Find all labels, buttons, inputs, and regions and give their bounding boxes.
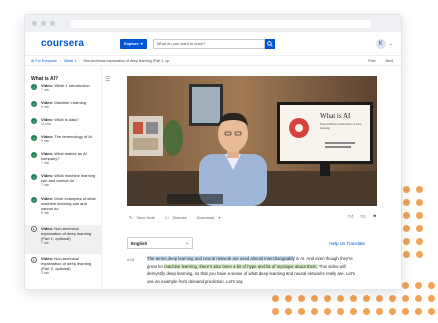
transcript-paragraph[interactable]: The terms deep learning and neural netwo… (147, 255, 359, 285)
browser-chrome (25, 15, 401, 32)
browser-window: coursera Explore ▾ What do you want to l… (24, 14, 402, 290)
slide-title: What is AI (320, 112, 351, 120)
sidebar-item[interactable]: ✓ Video: The terminology of AI 9 min (25, 134, 101, 151)
transcript-timestamp[interactable]: 0:01 (127, 257, 135, 262)
language-select[interactable]: English ⌄ (127, 237, 193, 249)
check-icon: ✓ (31, 197, 37, 203)
address-bar[interactable] (71, 19, 371, 28)
sidebar-item[interactable]: ▶ Video: Non-technical explanation of de… (25, 254, 101, 280)
sidebar-item-duration: 8 min (41, 211, 50, 215)
sidebar-item-label: Video: Non-technical explanation of deep… (41, 226, 92, 241)
check-icon: ✓ (31, 101, 37, 107)
video-player[interactable]: What is AI Non-technical explanation of … (127, 76, 377, 206)
breadcrumb-current: Non-technical explanation of deep learni… (83, 58, 170, 63)
next-button[interactable]: Next (386, 59, 393, 63)
top-navigation: coursera Explore ▾ What do you want to l… (25, 32, 401, 56)
sidebar-item[interactable]: ✓ Video: What is data? 11 min (25, 117, 101, 134)
flag-icon[interactable]: ⚑ (373, 214, 377, 220)
thumbs-up-icon[interactable]: 👍︎ (348, 214, 353, 220)
coursera-logo[interactable]: coursera (41, 38, 84, 49)
search-placeholder: What do you want to learn? (156, 41, 206, 46)
main-content: ☰ What is AI Non-technical explanation o… (103, 67, 401, 289)
sidebar-item-label: Video: More examples of what machine lea… (41, 196, 96, 211)
sidebar-item-duration: 7 min (41, 183, 50, 187)
sidebar-item[interactable]: ✓ Video: What makes an AI company? 7 min (25, 151, 101, 173)
sidebar-item-duration: 11 min (41, 122, 51, 126)
lesson-sidebar: What is AI? ✓ Video: Week 1 Introduction… (25, 67, 102, 289)
download-button[interactable]: Download (197, 215, 215, 220)
breadcrumb-course[interactable]: AI For Everyone (31, 59, 57, 63)
sidebar-item[interactable]: ✓ Video: Week 1 Introduction 7 min (25, 83, 101, 100)
slide-subtitle: Non-technical explanation of deep learni… (320, 122, 362, 130)
check-icon: ✓ (31, 118, 37, 124)
sidebar-item-duration: 7 min (41, 161, 50, 165)
help-translate-link[interactable]: Help Us Translate (329, 241, 365, 246)
window-dot (41, 21, 46, 26)
chevron-down-icon: ▾ (140, 41, 143, 46)
play-icon: ▶ (31, 226, 37, 232)
sidebar-item-duration: 7 min (41, 88, 50, 92)
discuss-icon: ☐ (165, 214, 169, 220)
window-dot (32, 21, 37, 26)
save-note-button[interactable]: Save Note (136, 215, 155, 220)
language-selected: English (131, 240, 148, 246)
sidebar-item-duration: 7 min (41, 241, 50, 245)
check-icon: ✓ (31, 174, 37, 180)
explore-button[interactable]: Explore ▾ (120, 38, 147, 49)
breadcrumb-week[interactable]: Week 1 (64, 59, 76, 63)
sidebar-item-duration: 3 min (41, 271, 50, 275)
breadcrumb: AI For Everyone › Week 1 › Non-technical… (25, 56, 401, 66)
sidebar-item[interactable]: ✓ Video: Machine Learning 6 min (25, 100, 101, 117)
chevron-down-icon: ▾ (218, 214, 221, 220)
chevron-down-icon: ⌄ (185, 240, 189, 245)
menu-icon[interactable]: ☰ (105, 76, 110, 83)
sidebar-item-duration: 9 min (41, 139, 50, 143)
video-toolbar: ✎ Save Note ☐ Discuss Download ▾ 👍︎ 👎︎ ⚑ (127, 212, 377, 222)
transcript-segment-current[interactable]: The terms deep learning and neural netwo… (147, 256, 295, 261)
breadcrumb-separator: › (79, 58, 81, 63)
sidebar-item-label: Video: The terminology of AI (41, 134, 92, 139)
sidebar-item-active[interactable]: ▶ Video: Non-technical explanation of de… (25, 225, 101, 254)
transcript: 0:01 The terms deep learning and neural … (127, 255, 377, 285)
sidebar-item-label: Video: What machine learning can and can… (41, 173, 96, 183)
sidebar-item[interactable]: ✓ Video: More examples of what machine l… (25, 196, 101, 225)
search-input[interactable]: What do you want to learn? (152, 38, 265, 49)
sidebar-item-label: Video: Non-technical explanation of deep… (41, 256, 92, 271)
avatar[interactable]: K (375, 38, 386, 49)
thumbs-down-icon[interactable]: 👎︎ (360, 214, 365, 220)
video-frame (127, 76, 377, 206)
check-icon: ✓ (31, 152, 37, 158)
prev-button[interactable]: Prev (368, 59, 375, 63)
check-icon: ✓ (31, 84, 37, 90)
search-icon (266, 40, 273, 47)
check-icon: ✓ (31, 135, 37, 141)
avatar-initial: K (378, 40, 383, 47)
chevron-down-icon[interactable]: ⌄ (389, 41, 393, 47)
sidebar-item[interactable]: ✓ Video: What machine learning can and c… (25, 173, 101, 196)
explore-label: Explore (124, 41, 139, 46)
transcript-controls: English ⌄ Help Us Translate (127, 237, 377, 249)
sidebar-item-duration: 6 min (41, 105, 50, 109)
note-icon: ✎ (129, 214, 133, 220)
discuss-button[interactable]: Discuss (173, 215, 187, 220)
search-button[interactable] (264, 38, 275, 49)
breadcrumb-separator: › (59, 58, 62, 63)
play-icon: ▶ (31, 257, 37, 263)
sidebar-item-label: Video: What makes an AI company? (41, 151, 87, 161)
window-dot (50, 21, 55, 26)
sidebar-title: What is AI? (31, 76, 59, 82)
transcript-segment-highlighted[interactable]: machine learning, there's also been a bi… (164, 263, 318, 269)
